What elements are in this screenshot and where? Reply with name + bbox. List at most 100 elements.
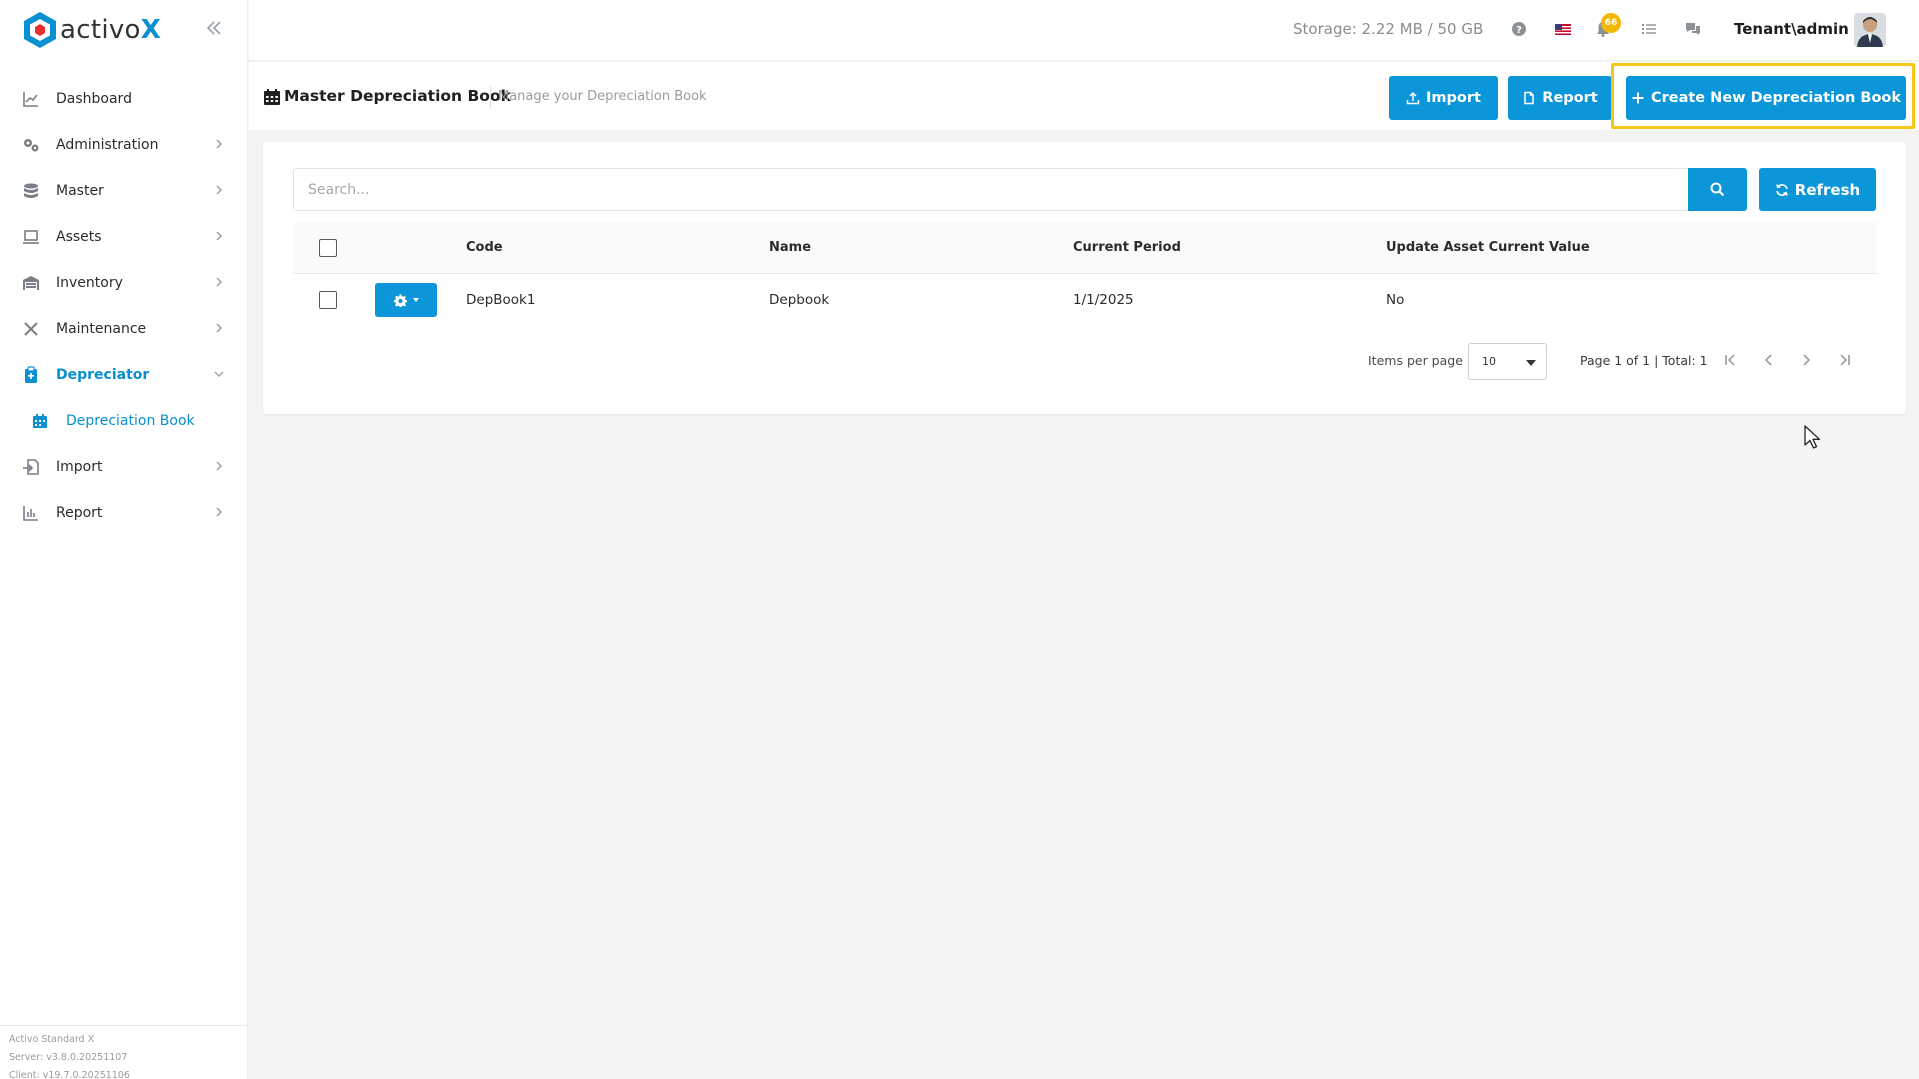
brand-name: activoX	[60, 15, 162, 45]
warehouse-icon	[23, 276, 39, 290]
sidebar-item-assets[interactable]: Assets	[0, 214, 248, 260]
chevron-down-icon	[412, 298, 419, 302]
notification-badge: 66	[1601, 13, 1621, 33]
page-subtitle: Manage your Depreciation Book	[498, 89, 707, 104]
import-button[interactable]: Import	[1389, 76, 1498, 120]
svg-text:?: ?	[1516, 25, 1522, 36]
server-version: Server: v3.8.0.20251107	[9, 1052, 128, 1063]
database-icon	[24, 183, 38, 198]
report-button[interactable]: Report	[1508, 76, 1612, 120]
avatar[interactable]	[1854, 13, 1886, 47]
create-depreciation-book-button[interactable]: Create New Depreciation Book	[1626, 76, 1906, 120]
sidebar-item-import[interactable]: Import	[0, 444, 248, 490]
sidebar-item-depreciator[interactable]: Depreciator	[0, 352, 248, 398]
items-per-page-select[interactable]: 10	[1468, 343, 1547, 380]
version-info: Activo Standard X Server: v3.8.0.2025110…	[0, 1025, 248, 1079]
file-icon	[1524, 91, 1535, 105]
select-all-checkbox[interactable]	[319, 239, 337, 257]
task-list-icon[interactable]	[1640, 20, 1658, 38]
sidebar-item-label: Depreciator	[56, 367, 150, 383]
sidebar-item-label: Report	[56, 505, 103, 521]
next-page-icon[interactable]	[1796, 350, 1816, 370]
cogs-icon	[24, 139, 39, 152]
cell-current-period: 1/1/2025	[1073, 292, 1134, 308]
sidebar-item-label: Dashboard	[56, 91, 132, 107]
sidebar-item-label: Import	[56, 459, 103, 475]
activo-logo-icon	[24, 12, 56, 48]
cell-update-asset-value: No	[1386, 292, 1405, 308]
sidebar-item-administration[interactable]: Administration	[0, 122, 248, 168]
first-page-icon[interactable]	[1721, 350, 1741, 370]
search-icon	[1710, 182, 1725, 197]
sidebar-subitem-label: Depreciation Book	[66, 413, 195, 429]
help-icon[interactable]: ?	[1510, 20, 1528, 38]
chevron-right-icon	[216, 461, 223, 471]
sidebar-item-inventory[interactable]: Inventory	[0, 260, 248, 306]
file-import-icon	[23, 459, 39, 475]
clipboard-icon	[25, 366, 37, 383]
laptop-icon	[23, 230, 39, 244]
chevron-right-icon	[216, 185, 223, 195]
table-header: Code Name Current Period Update Asset Cu…	[293, 222, 1876, 274]
brand-logo[interactable]: activoX	[22, 10, 161, 50]
column-header-current-period[interactable]: Current Period	[1073, 240, 1181, 255]
page-header: Master Depreciation Book Manage your Dep…	[249, 62, 1919, 130]
refresh-icon	[1775, 183, 1788, 196]
product-name: Activo Standard X	[9, 1034, 95, 1045]
column-header-code[interactable]: Code	[466, 240, 503, 255]
tools-icon	[24, 322, 38, 336]
items-per-page-label: Items per page	[1368, 353, 1463, 368]
refresh-button[interactable]: Refresh	[1759, 168, 1876, 211]
column-header-name[interactable]: Name	[769, 240, 811, 255]
content-card: Refresh Code Name Current Period Update …	[263, 142, 1906, 414]
chat-icon[interactable]	[1684, 20, 1702, 38]
previous-page-icon[interactable]	[1759, 350, 1779, 370]
table-row: DepBook1 Depbook 1/1/2025 No	[293, 274, 1876, 326]
upload-icon	[1406, 91, 1420, 105]
storage-usage: Storage: 2.22 MB / 50 GB	[1293, 20, 1484, 38]
caret-down-icon	[1526, 360, 1536, 366]
sidebar-item-label: Inventory	[56, 275, 123, 291]
pagination-info: Page 1 of 1 | Total: 1	[1580, 353, 1708, 368]
mouse-cursor-icon	[1804, 425, 1821, 449]
collapse-sidebar-icon[interactable]	[204, 18, 224, 38]
user-name[interactable]: Tenant\admin	[1734, 20, 1849, 38]
sidebar-subitem-depreciation-book[interactable]: Depreciation Book	[0, 398, 248, 444]
chevron-right-icon	[216, 231, 223, 241]
row-actions-button[interactable]	[375, 283, 437, 317]
client-version: Client: v19.7.0.20251106	[9, 1070, 130, 1079]
chevron-right-icon	[216, 507, 223, 517]
chevron-right-icon	[216, 139, 223, 149]
sidebar: activoX Dashboard Administration Master …	[0, 0, 248, 1079]
items-per-page-value: 10	[1482, 355, 1496, 368]
last-page-icon[interactable]	[1834, 350, 1854, 370]
row-checkbox[interactable]	[319, 291, 337, 309]
calendar-icon	[33, 414, 47, 428]
chart-line-icon	[23, 92, 38, 107]
us-flag-icon[interactable]	[1554, 20, 1572, 38]
sidebar-item-maintenance[interactable]: Maintenance	[0, 306, 248, 352]
chevron-right-icon	[216, 323, 223, 333]
calendar-icon	[264, 89, 280, 105]
search-button[interactable]	[1688, 168, 1747, 211]
search-input[interactable]	[293, 168, 1689, 211]
sidebar-nav: Dashboard Administration Master Assets I…	[0, 76, 248, 536]
title-divider	[490, 86, 491, 108]
sidebar-item-label: Master	[56, 183, 104, 199]
sidebar-item-label: Administration	[56, 137, 159, 153]
sidebar-item-master[interactable]: Master	[0, 168, 248, 214]
plus-icon	[1632, 92, 1644, 104]
sidebar-item-label: Assets	[56, 229, 102, 245]
chevron-down-icon	[214, 371, 224, 378]
page-title: Master Depreciation Book	[284, 87, 511, 105]
sidebar-item-label: Maintenance	[56, 321, 147, 337]
cell-name: Depbook	[769, 292, 830, 308]
chart-bar-icon	[23, 506, 38, 521]
gear-icon	[393, 293, 407, 307]
column-header-update-asset-value[interactable]: Update Asset Current Value	[1386, 240, 1590, 255]
cell-code: DepBook1	[466, 292, 536, 308]
topbar: Storage: 2.22 MB / 50 GB ? 66 Tenant\adm…	[249, 0, 1919, 61]
chevron-right-icon	[216, 277, 223, 287]
sidebar-item-dashboard[interactable]: Dashboard	[0, 76, 248, 122]
sidebar-item-report[interactable]: Report	[0, 490, 248, 536]
